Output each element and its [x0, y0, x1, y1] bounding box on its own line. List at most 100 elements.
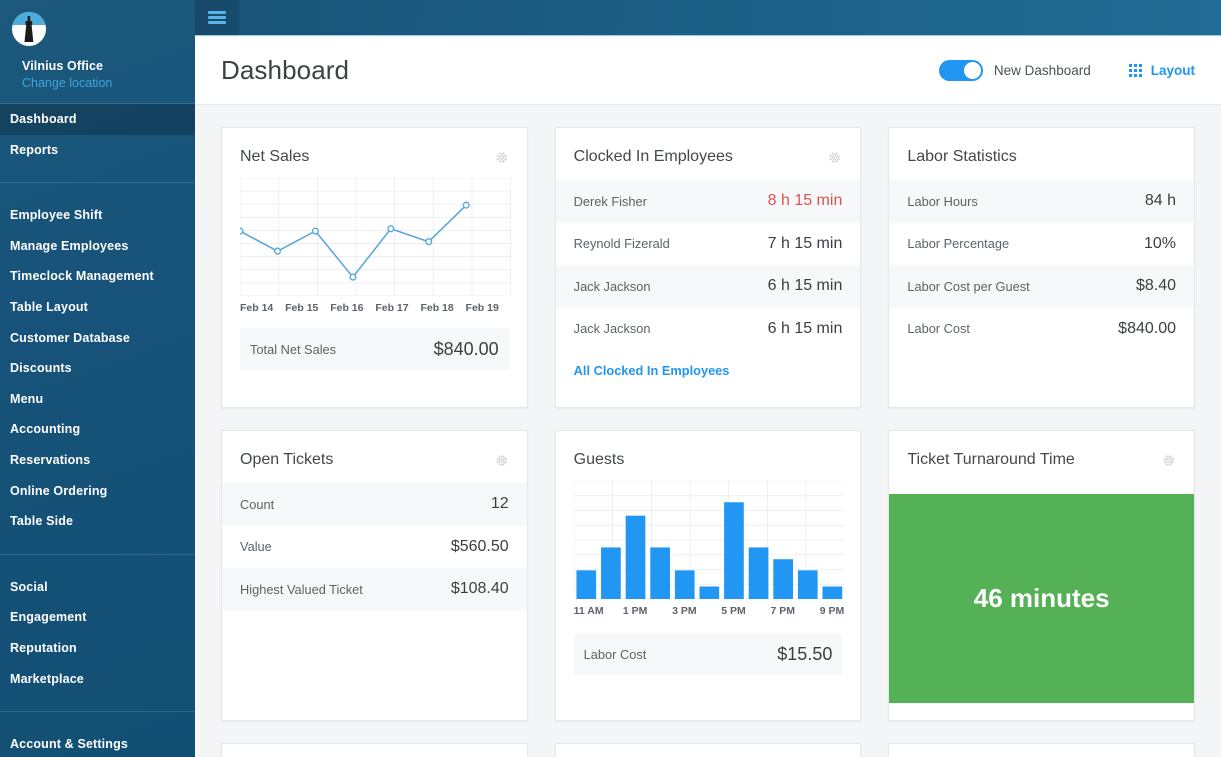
employee-name: Jack Jackson — [573, 321, 651, 337]
stat-value: $840.00 — [1118, 319, 1177, 337]
header-controls: New Dashboard Layout — [938, 59, 1195, 81]
sidebar-group-0: Dashboard Reports — [0, 104, 195, 165]
layout-button[interactable]: Layout — [1151, 63, 1195, 78]
x-tick-label: 7 PM — [770, 605, 796, 617]
sidebar-item-table-layout[interactable]: Table Layout — [0, 292, 195, 323]
employee-name: Jack Jackson — [573, 278, 651, 294]
x-tick-label: Feb 18 — [420, 302, 454, 314]
stat-label: Highest Valued Ticket — [240, 581, 363, 597]
stat-value: $560.50 — [450, 537, 509, 555]
gear-icon[interactable] — [494, 453, 509, 468]
sidebar-item-reservations[interactable]: Reservations — [0, 445, 195, 476]
sidebar-item-social[interactable]: Social — [0, 572, 195, 603]
sidebar-item-dashboard[interactable]: Dashboard — [0, 104, 195, 135]
gear-icon[interactable] — [494, 150, 509, 165]
total-label: Labor Cost — [583, 646, 647, 662]
x-tick-label: Feb 19 — [465, 302, 499, 314]
sidebar-item-engagement[interactable]: Engagement — [0, 602, 195, 633]
new-dashboard-toggle[interactable] — [938, 59, 983, 81]
stat-label: Value — [240, 539, 272, 555]
net-sales-total: Total Net Sales $840.00 — [240, 328, 509, 370]
bar-chart-svg — [573, 481, 845, 599]
clocked-in-list: Derek Fisher 8 h 15 min Reynold Fizerald 7 … — [555, 180, 861, 350]
net-sales-chart: Feb 14 Feb 15 Feb 16 Feb 17 Feb 18 Feb 19 — [222, 166, 527, 314]
x-tick-label: 3 PM — [672, 605, 697, 617]
x-tick-label: Feb 15 — [285, 302, 319, 314]
hamburger-icon[interactable] — [195, 0, 239, 35]
stat-label: Labor Hours — [907, 193, 978, 209]
sidebar-item-table-side[interactable]: Table Side — [0, 506, 195, 537]
card-header: Labor Statistics — [889, 128, 1194, 166]
x-tick-label: Feb 14 — [240, 302, 274, 314]
sidebar-group-1: Employee Shift Manage Employees Timeclock … — [0, 200, 195, 537]
stat-label: Count — [240, 496, 275, 512]
stat-value: 12 — [490, 495, 509, 513]
employee-name: Derek Fisher — [573, 193, 647, 209]
app-root: Vilnius Office Change location Dashboard… — [0, 0, 1221, 757]
card-title: Guests — [573, 451, 625, 468]
sidebar-item-marketplace[interactable]: Marketplace — [0, 664, 195, 695]
x-tick-label: 5 PM — [721, 605, 746, 617]
card-guests: Guests 11 AM 1 PM 3 PM 5 PM 7 PM 9 PM Labor C… — [554, 430, 862, 721]
total-value: $840.00 — [433, 338, 499, 359]
employee-hours: 7 h 15 min — [767, 234, 843, 252]
card-header: Ticket Turnaround Time — [889, 431, 1194, 469]
sidebar-item-online-ordering[interactable]: Online Ordering — [0, 476, 195, 507]
all-clocked-in-employees-link[interactable]: All Clocked In Employees — [574, 363, 730, 378]
change-location-link[interactable]: Change location — [12, 73, 195, 90]
stat-label: Labor Cost per Guest — [907, 278, 1030, 294]
bar-plot — [573, 481, 845, 599]
x-tick-label: 9 PM — [819, 605, 845, 617]
card-title: Labor Statistics — [907, 148, 1017, 165]
sidebar-item-menu[interactable]: Menu — [0, 384, 195, 415]
card-row-1: Net Sales Feb 14 Feb 15 Feb 16 Feb 17 Feb 18… — [221, 127, 1196, 408]
card-title: Net Sales — [240, 148, 310, 165]
turnaround-value-panel: 46 minutes — [889, 494, 1195, 703]
guests-chart: 11 AM 1 PM 3 PM 5 PM 7 PM 9 PM — [556, 469, 861, 619]
page-title: Dashboard — [221, 54, 350, 85]
sidebar-item-account-settings[interactable]: Account & Settings — [0, 729, 195, 757]
sidebar-item-timeclock-management[interactable]: Timeclock Management — [0, 261, 195, 292]
gear-icon[interactable] — [827, 150, 842, 165]
x-tick-label: 1 PM — [622, 605, 648, 617]
gear-icon[interactable] — [1161, 453, 1176, 468]
grid-icon[interactable] — [1128, 63, 1142, 77]
bar-chart-x-axis: 11 AM 1 PM 3 PM 5 PM 7 PM 9 PM — [574, 605, 845, 619]
open-tickets-row: Highest Valued Ticket $108.40 — [222, 568, 527, 611]
labor-statistics-list: Labor Hours 84 h Labor Percentage 10% Labor … — [889, 180, 1195, 351]
labor-statistics-row: Labor Cost per Guest $8.40 — [889, 265, 1195, 308]
card-row-2: Open Tickets Count 12 Value $560.50 Highest … — [221, 430, 1196, 721]
card-title: Clocked In Employees — [573, 148, 733, 165]
sidebar-item-customer-database[interactable]: Customer Database — [0, 323, 195, 354]
sidebar-item-manage-employees[interactable]: Manage Employees — [0, 231, 195, 262]
employee-name: Reynold Fizerald — [573, 236, 670, 252]
brand-name: Vilnius Office — [22, 59, 104, 73]
sidebar-group-3: Account & SettingsOrders — [0, 729, 195, 757]
open-tickets-row: Value $560.50 — [222, 526, 527, 569]
dashboard-board: Net Sales Feb 14 Feb 15 Feb 16 Feb 17 Feb 18… — [195, 105, 1221, 757]
sidebar-nav: Dashboard Reports Employee Shift Manage Emp… — [0, 104, 195, 757]
sidebar-item-reputation[interactable]: Reputation — [0, 633, 195, 664]
stat-value: $8.40 — [1135, 277, 1177, 295]
employee-hours: 6 h 15 min — [767, 319, 843, 337]
labor-statistics-row: Labor Cost $840.00 — [889, 308, 1194, 351]
employee-hours: 8 h 15 min — [767, 192, 843, 210]
labor-statistics-row: Labor Hours 84 h — [889, 180, 1195, 223]
sidebar-item-employee-shift[interactable]: Employee Shift — [0, 200, 195, 231]
sidebar-item-reports[interactable]: Reports — [0, 135, 195, 166]
guests-total: Labor Cost $15.50 — [573, 633, 843, 675]
stat-value: 10% — [1143, 234, 1177, 252]
card-header: Clocked In Employees — [556, 128, 861, 166]
card-row-3 — [221, 743, 1196, 757]
new-dashboard-label: New Dashboard — [993, 62, 1091, 78]
clocked-in-row: Derek Fisher 8 h 15 min — [555, 180, 861, 223]
card-header: Net Sales — [222, 128, 527, 166]
sidebar-item-accounting[interactable]: Accounting — [0, 414, 195, 445]
sidebar-item-discounts[interactable]: Discounts — [0, 353, 195, 384]
stat-label: Labor Percentage — [907, 236, 1010, 252]
